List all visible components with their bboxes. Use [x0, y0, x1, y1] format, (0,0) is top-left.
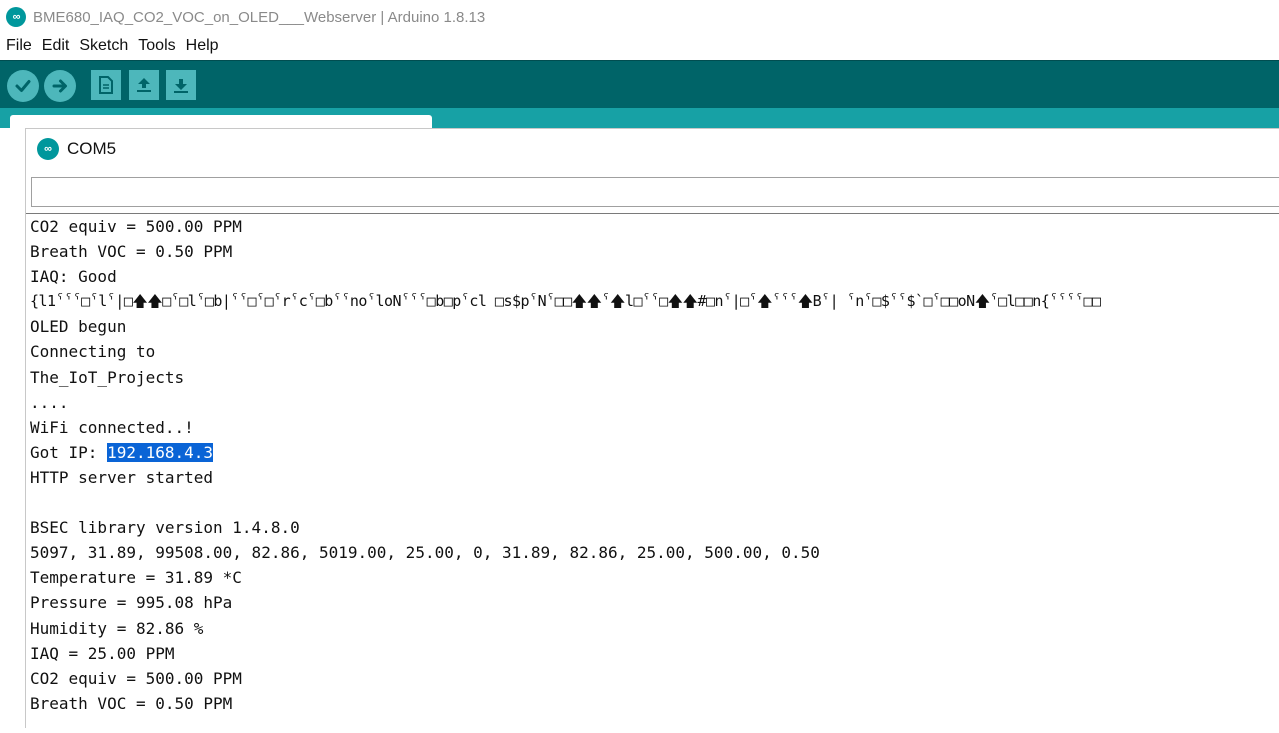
menu-bar: File Edit Sketch Tools Help: [0, 34, 1279, 58]
arduino-logo-icon: ∞: [6, 7, 26, 27]
output-line: BSEC library version 1.4.8.0: [30, 518, 300, 538]
output-line: Breath VOC = 0.50 PPM: [30, 693, 233, 713]
menu-sketch[interactable]: Sketch: [79, 37, 128, 55]
ip-label: Got IP:: [30, 442, 108, 462]
output-line-garbled: {l1ˁˁˁ□ˁlˁ|□🡅🡅□ˁ□lˁ□b|ˁˁ□ˁ□ˁrˁcˁ□bˁˁnoˁl…: [30, 292, 1101, 311]
output-line: Temperature = 31.89 *C: [30, 568, 242, 588]
ip-address-selected[interactable]: 192.168.4.3: [107, 442, 214, 462]
save-button[interactable]: [166, 70, 196, 100]
toolbar: [0, 60, 1279, 108]
menu-edit[interactable]: Edit: [42, 37, 70, 55]
serial-monitor-window: ∞ COM5 CO2 equiv = 500.00 PPM Breath VOC…: [25, 128, 1279, 728]
output-line: Breath VOC = 0.50 PPM: [30, 242, 233, 262]
output-line: Pressure = 995.08 hPa: [30, 593, 233, 613]
output-line: IAQ: Good: [30, 267, 117, 287]
verify-button[interactable]: [7, 70, 39, 102]
verify-icon: [15, 80, 31, 92]
output-line: CO2 equiv = 500.00 PPM: [30, 668, 242, 688]
window-title-bar: ∞ BME680_IAQ_CO2_VOC_on_OLED___Webserver…: [0, 0, 1279, 34]
output-line: The_IoT_Projects: [30, 367, 185, 387]
serial-output-lines: CO2 equiv = 500.00 PPM Breath VOC = 0.50…: [30, 214, 1279, 716]
save-icon: [174, 79, 188, 93]
serial-output[interactable]: CO2 equiv = 500.00 PPM Breath VOC = 0.50…: [26, 213, 1279, 733]
output-line: IAQ = 25.00 PPM: [30, 643, 175, 663]
new-icon: [99, 76, 113, 94]
output-line: HTTP server started: [30, 467, 214, 487]
output-line: Humidity = 82.86 %: [30, 618, 204, 638]
upload-button[interactable]: [44, 70, 76, 102]
output-line: WiFi connected..!: [30, 417, 194, 437]
output-line: 5097, 31.89, 99508.00, 82.86, 5019.00, 2…: [30, 543, 820, 563]
output-line: Connecting to: [30, 342, 156, 362]
open-button[interactable]: [129, 70, 159, 100]
upload-icon: [52, 79, 67, 93]
new-button[interactable]: [91, 70, 121, 100]
menu-tools[interactable]: Tools: [138, 37, 175, 55]
serial-monitor-title-bar: ∞ COM5: [26, 129, 1279, 169]
output-line: OLED begun: [30, 317, 127, 337]
window-title: BME680_IAQ_CO2_VOC_on_OLED___Webserver |…: [33, 8, 486, 26]
output-line: CO2 equiv = 500.00 PPM: [30, 217, 242, 236]
open-icon: [137, 78, 151, 92]
menu-file[interactable]: File: [6, 37, 32, 55]
output-line: ....: [30, 392, 69, 412]
menu-help[interactable]: Help: [186, 37, 219, 55]
editor-tab-strip: [0, 108, 1279, 131]
arduino-logo-icon: ∞: [37, 138, 59, 160]
output-line-ip: Got IP: 192.168.4.3: [30, 440, 1279, 465]
serial-send-input[interactable]: [31, 177, 1279, 207]
serial-port-title: COM5: [67, 139, 117, 158]
